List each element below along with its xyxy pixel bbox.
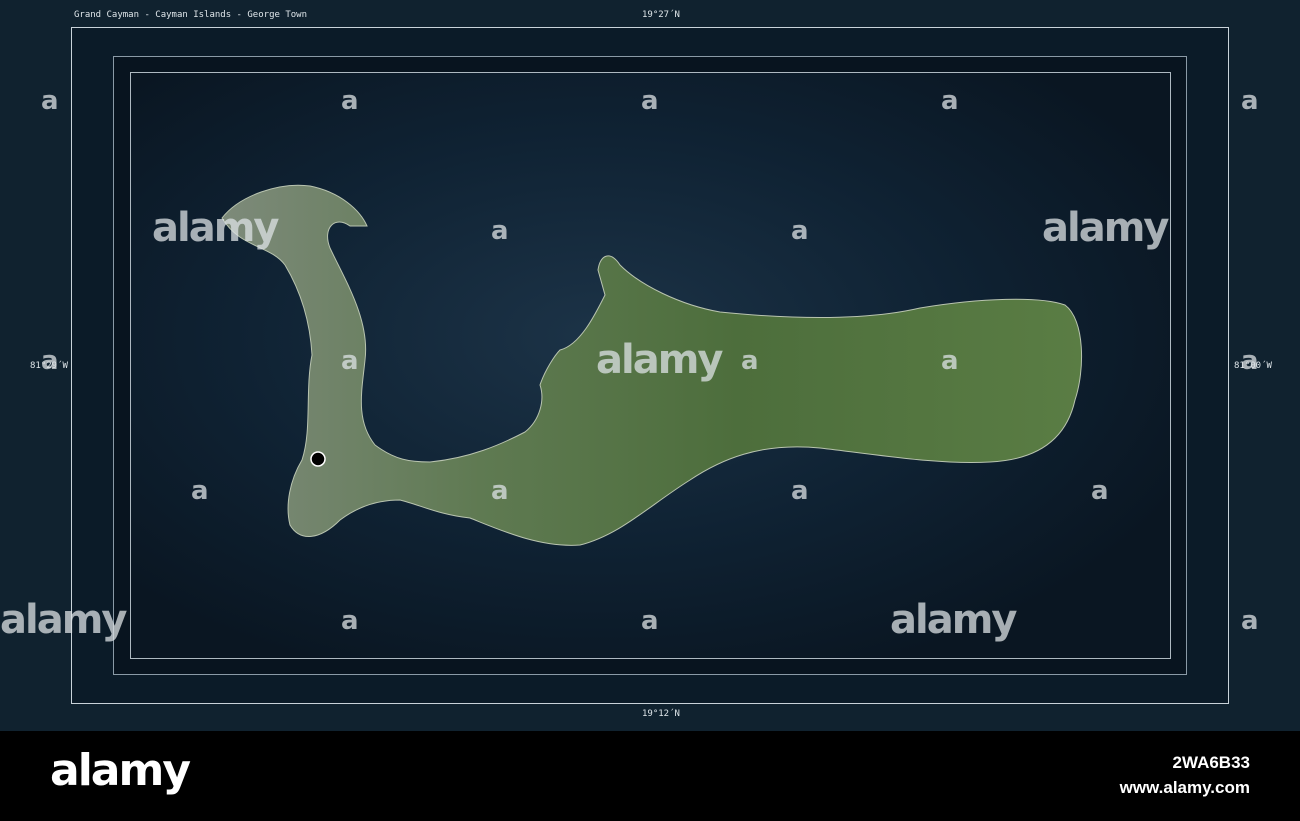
top-latitude-label: 19°27´N: [642, 10, 680, 20]
watermark-glyph: a: [791, 476, 808, 506]
watermark-glyph: a: [941, 346, 958, 376]
image-id: 2WA6B33: [1172, 753, 1250, 772]
website-link[interactable]: www.alamy.com: [1120, 778, 1250, 798]
watermark-glyph: a: [641, 86, 658, 116]
watermark-glyph: a: [491, 216, 508, 246]
watermark: alamy: [0, 597, 127, 643]
map-frame: Grand Cayman - Cayman Islands - George T…: [0, 0, 1300, 731]
watermark-glyph: a: [1241, 346, 1258, 376]
watermark-glyph: a: [791, 216, 808, 246]
george-town-marker[interactable]: [310, 451, 326, 467]
watermark-glyph: a: [341, 86, 358, 116]
watermark-glyph: a: [341, 346, 358, 376]
watermark-glyph: a: [941, 86, 958, 116]
watermark: alamy: [152, 205, 279, 251]
watermark-glyph: a: [341, 606, 358, 636]
watermark-glyph: a: [641, 606, 658, 636]
map-title: Grand Cayman - Cayman Islands - George T…: [74, 10, 307, 20]
watermark-glyph: a: [1241, 606, 1258, 636]
watermark-glyph: a: [41, 346, 58, 376]
watermark-glyph: a: [491, 476, 508, 506]
watermark: alamy: [890, 597, 1017, 643]
watermark: alamy: [596, 337, 723, 383]
footer-bar: alamy 2WA6B33 www.alamy.com: [0, 731, 1300, 821]
bottom-latitude-label: 19°12´N: [642, 709, 680, 719]
watermark-glyph: a: [41, 86, 58, 116]
watermark-glyph: a: [1091, 476, 1108, 506]
watermark-glyph: a: [191, 476, 208, 506]
watermark-glyph: a: [1241, 86, 1258, 116]
watermark: alamy: [1042, 205, 1169, 251]
watermark-glyph: a: [741, 346, 758, 376]
alamy-logo: alamy: [50, 745, 191, 796]
